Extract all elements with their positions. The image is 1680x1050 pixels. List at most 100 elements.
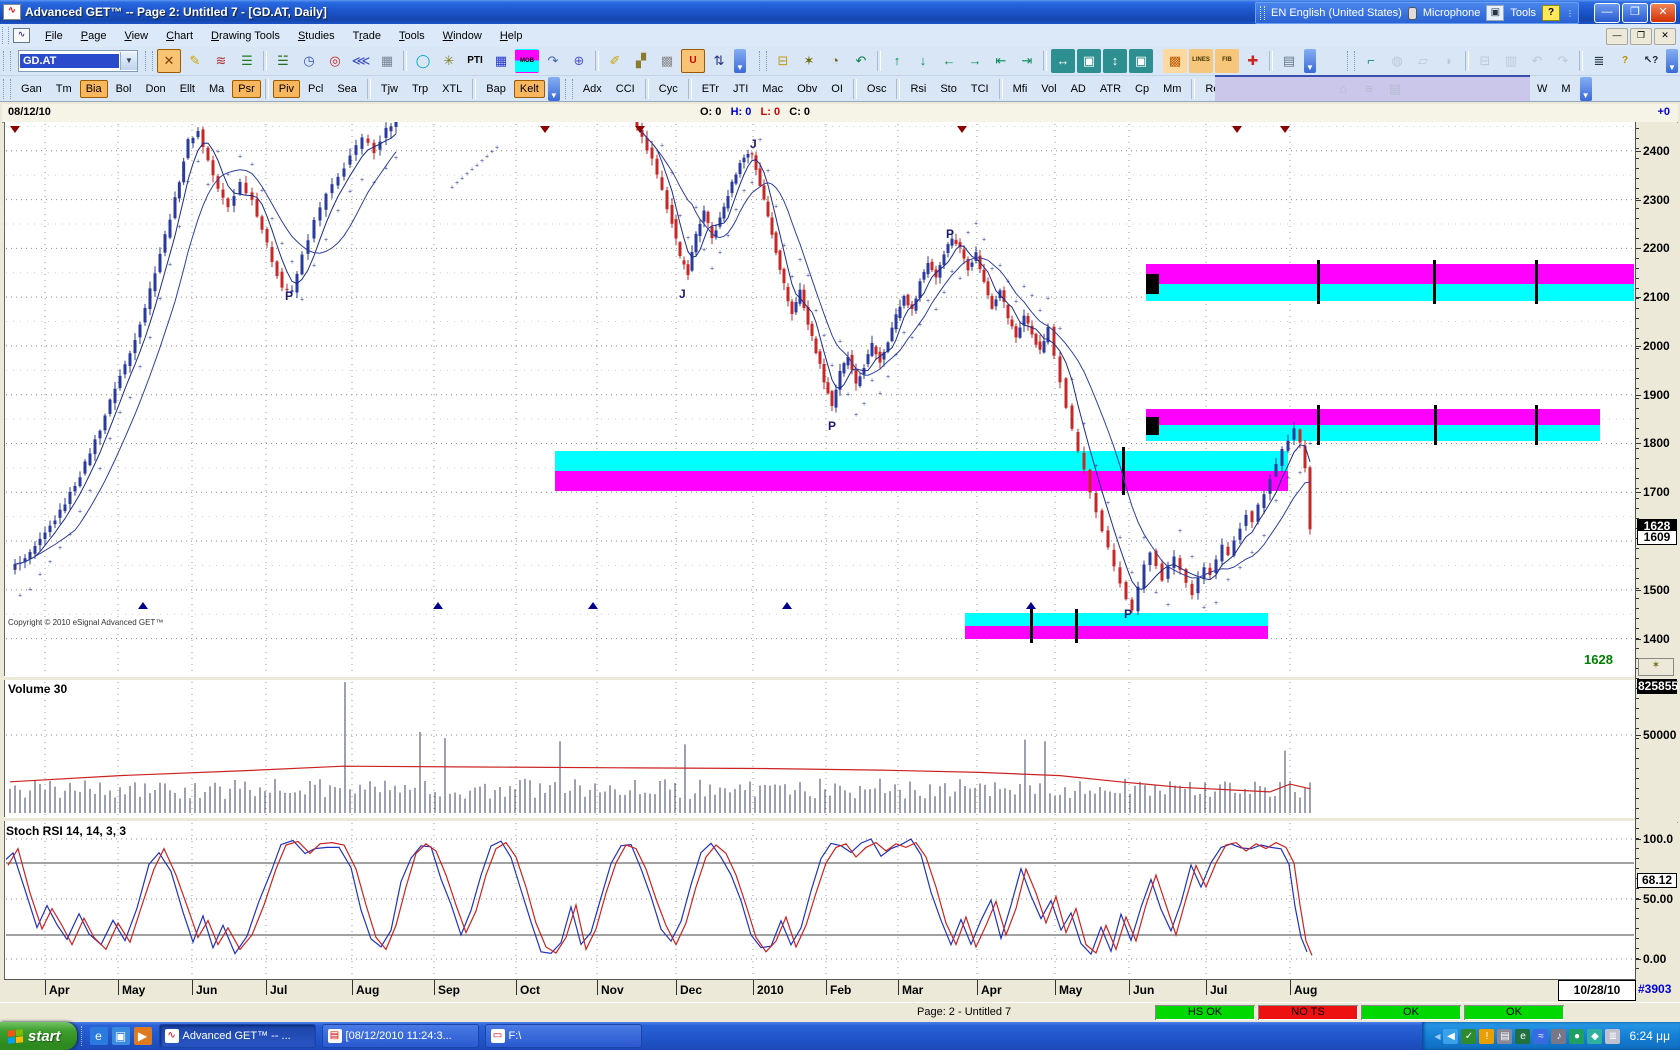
language-bar[interactable]: EN English (United States) Microphone ▣ … [1255,2,1579,24]
menu-trade[interactable]: Trade [344,27,390,45]
toolbar1-target-icon[interactable]: ◎ [323,49,347,73]
toolbar1-magnet-u-icon[interactable]: U [681,49,705,73]
quicklaunch-show-desktop-icon[interactable]: ▣ [112,1027,130,1045]
tray-vpn-icon[interactable]: ● [1569,1029,1584,1044]
toolbar1-arrow-right-icon[interactable]: → [963,49,987,73]
toolbar1-squeeze-v-icon[interactable]: ↕ [1103,49,1127,73]
language-help-icon[interactable]: ? [1542,5,1560,21]
study-button-trp[interactable]: Trp [406,80,434,98]
toolbar1-pti-icon[interactable]: PTI [463,49,487,73]
study-button-etr[interactable]: ETr [696,80,725,98]
toolbar1-refresh-icon[interactable]: ↶ [849,49,873,73]
study-button-tm[interactable]: Tm [50,80,78,98]
toolbar1-folder-gray-icon[interactable]: ▱ [1411,49,1435,73]
study-button-bia[interactable]: Bia [80,80,108,98]
mdi-minimize-button[interactable]: — [1606,28,1628,45]
study-button-psr[interactable]: Psr [232,80,261,98]
toolbar-grip[interactable] [3,51,11,71]
toolbar1-back-icon[interactable]: ↶ [1525,49,1549,73]
toolbar-overflow-chevron[interactable]: ▼ [734,49,746,73]
symbol-combo[interactable]: GD.AT▼ [18,50,138,72]
minimize-button[interactable]: — [1594,3,1620,23]
study-button-rsi[interactable]: Rsi [904,80,932,98]
study-button-ad[interactable]: AD [1065,80,1092,98]
menu-file[interactable]: File [36,27,72,45]
toolbar1-open-folder-icon[interactable]: ⊟ [771,49,795,73]
toolbar1-lock-icon[interactable]: ◍ [1385,49,1409,73]
toolbar1-elliott-wave-icon[interactable]: ≋ [209,49,233,73]
menu-chart[interactable]: Chart [157,27,202,45]
start-button[interactable]: start [0,1022,77,1050]
language-label[interactable]: EN English (United States) [1271,7,1402,19]
toolbar1-blob-icon[interactable]: ◗ [1437,49,1461,73]
language-bar-handle[interactable] [1260,6,1265,20]
menu-help[interactable]: Help [491,27,532,45]
tray-doc-icon[interactable]: ≣ [1605,1029,1620,1044]
quicklaunch-ie-icon[interactable]: e [90,1027,108,1045]
toolbar-overflow-chevron[interactable]: ▼ [1666,49,1678,73]
study-button-tci[interactable]: TCI [965,80,995,98]
study-button-w[interactable]: W [1531,80,1553,98]
study-button-jti[interactable]: JTI [727,80,754,98]
toolbar1-zoom-in-icon[interactable]: ⊕ [567,49,591,73]
task-log-window[interactable]: ▤[08/12/2010 11:24:3... [322,1024,479,1048]
study-button-m[interactable]: M [1555,80,1576,98]
menu-page[interactable]: Page [72,27,116,45]
toolbar1-alarm-clock-icon[interactable]: ◔ [823,49,847,73]
study-button-mm[interactable]: Mm [1157,80,1187,98]
toolbar-overflow-chevron[interactable]: ▼ [1304,49,1316,73]
toolbar1-blocks-icon[interactable]: ▞ [629,49,653,73]
tray-shield-icon[interactable]: ✓ [1461,1029,1476,1044]
quicklaunch-media-icon[interactable]: ▶ [134,1027,152,1045]
tray-alert-icon[interactable]: ! [1479,1029,1494,1044]
toolbar1-print-icon[interactable]: ≣ [1587,49,1611,73]
study-button-xtl[interactable]: XTL [436,80,468,98]
mdi-close-button[interactable]: ✕ [1654,28,1676,45]
menu-view[interactable]: View [115,27,157,45]
toolbar1-fit-v-icon[interactable]: ▣ [1129,49,1153,73]
tray-chevron-icon[interactable]: ◀ [1434,1032,1440,1041]
toolbar1-profile-chart-icon[interactable]: ⌐ [1359,49,1383,73]
study-button-piv[interactable]: Piv [273,80,300,98]
toolbar1-pencil-icon[interactable]: ✎ [183,49,207,73]
tray-sound-icon[interactable]: ♪ [1551,1029,1566,1044]
toolbar1-arrow-left-icon[interactable]: ← [937,49,961,73]
toolbar-grip[interactable] [3,79,11,99]
study-button-obv[interactable]: Obv [791,80,823,98]
toolbar1-context-help-icon[interactable]: ↖? [1639,49,1663,73]
toolbar1-fit-h-icon[interactable]: ▣ [1077,49,1101,73]
toolbar1-flip-page-icon[interactable]: ↷ [541,49,565,73]
toolbar1-snap-center-icon[interactable]: ⇅ [707,49,731,73]
toolbar1-forward-icon[interactable]: ↷ [1551,49,1575,73]
toolbar-grip[interactable] [1347,51,1355,71]
toolbar-overflow-chevron[interactable]: ▼ [1580,77,1592,101]
toolbar1-save-icon[interactable]: ▥ [1499,49,1523,73]
menu-window[interactable]: Window [434,27,491,45]
study-button-bol[interactable]: Bol [110,80,138,98]
toolbar2-page-setup-icon[interactable]: ▤ [1383,77,1407,101]
toolbar1-squeeze-h-icon[interactable]: ↔ [1051,49,1075,73]
language-chevron-icon[interactable]: ⋮ [1566,9,1574,18]
toolbar1-help-icon[interactable]: ? [1613,49,1637,73]
toolbar1-fib-tool-icon[interactable]: FIB [1215,49,1239,73]
toolbar1-step-back-icon[interactable]: ⇤ [989,49,1013,73]
toolbar1-price-levels-icon[interactable]: ☰ [235,49,259,73]
toolbar1-gann-fan-icon[interactable]: ⋘ [349,49,373,73]
mdi-restore-button[interactable]: ❐ [1630,28,1652,45]
toolbar2-home-icon[interactable]: ⌂ [1331,77,1355,101]
toolbar1-matrix-icon[interactable]: ▦ [489,49,513,73]
study-button-mfi[interactable]: Mfi [1007,80,1034,98]
menu-tools[interactable]: Tools [390,27,434,45]
tray-volume-icon[interactable]: ◀ [1443,1029,1458,1044]
microphone-label[interactable]: Microphone [1423,7,1480,19]
study-button-osc[interactable]: Osc [861,80,893,98]
toolbar1-step-forward-icon[interactable]: ⇥ [1015,49,1039,73]
study-button-oi[interactable]: OI [825,80,849,98]
study-button-atr[interactable]: ATR [1094,80,1127,98]
toolbar1-copy-pages-icon[interactable]: ▩ [655,49,679,73]
quick-launch-grip[interactable] [81,1026,86,1046]
toolbar1-lines-tool-icon[interactable]: LINES [1189,49,1213,73]
menu-drawing-tools[interactable]: Drawing Tools [202,27,289,45]
toolbar1-ellipse-icon[interactable]: ◯ [411,49,435,73]
toolbar1-arrow-down-icon[interactable]: ↓ [911,49,935,73]
